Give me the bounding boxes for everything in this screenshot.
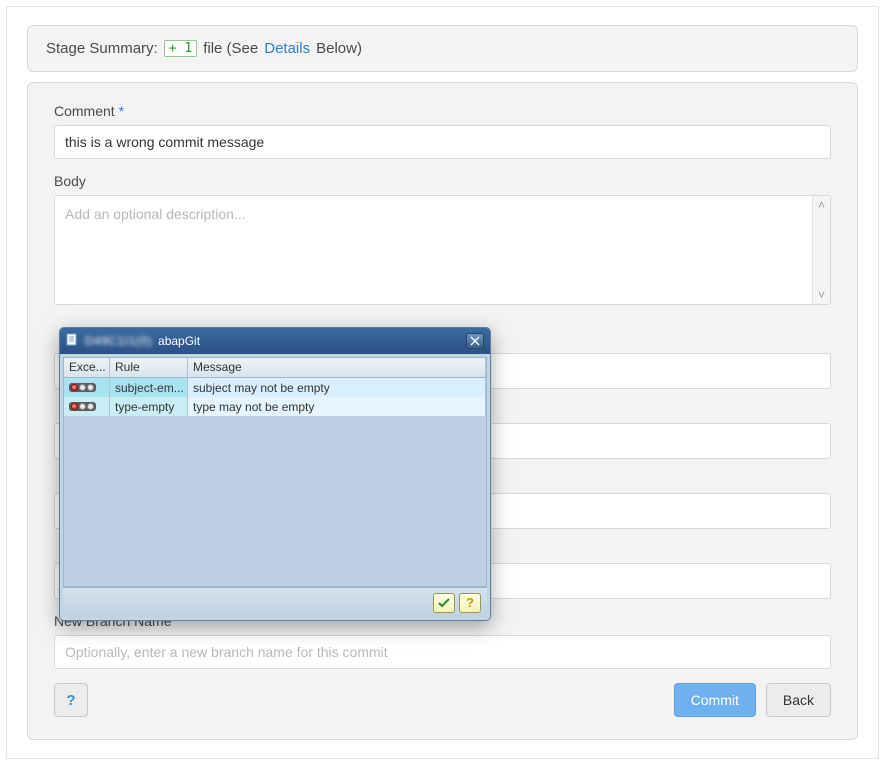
- stage-file-word: file (See: [203, 40, 258, 57]
- required-asterisk: *: [119, 103, 124, 119]
- stage-summary-prefix: Stage Summary:: [46, 40, 158, 57]
- col-header-rule[interactable]: Rule: [110, 358, 188, 377]
- comment-field: Comment *: [54, 103, 831, 159]
- scroll-down-icon[interactable]: ˅: [818, 288, 825, 302]
- rule-cell: type-empty: [110, 397, 188, 416]
- body-textarea-wrap: ˄ ˅: [54, 195, 831, 305]
- dialog-ok-button[interactable]: [433, 593, 455, 613]
- stage-summary-suffix: Below): [316, 40, 362, 57]
- grid-row[interactable]: type-empty type may not be empty: [64, 397, 486, 416]
- body-field: Body ˄ ˅: [54, 173, 831, 305]
- dialog-body: Exce... Rule Message subject-em... subje…: [60, 354, 490, 620]
- dialog-help-button[interactable]: ?: [459, 593, 481, 613]
- stage-summary-panel: Stage Summary: + 1 file (See Details Bel…: [27, 25, 858, 72]
- grid-header-row: Exce... Rule Message: [64, 358, 486, 378]
- dialog-title-obscured: D49C1I1(0): [85, 334, 152, 348]
- message-cell: subject may not be empty: [188, 378, 486, 397]
- new-branch-field: New Branch Name: [54, 613, 831, 669]
- col-header-exception[interactable]: Exce...: [64, 358, 110, 377]
- document-icon: [66, 333, 79, 349]
- stage-summary-text: Stage Summary: + 1 file (See Details Bel…: [46, 40, 839, 57]
- exception-cell: [64, 397, 110, 416]
- lint-dialog: D49C1I1(0) abapGit Exce... Rule Message …: [59, 327, 491, 621]
- dialog-title-app: abapGit: [158, 334, 200, 348]
- close-icon: [470, 336, 480, 346]
- dialog-close-button[interactable]: [466, 333, 484, 349]
- question-icon: ?: [66, 692, 75, 709]
- new-branch-input[interactable]: [54, 635, 831, 669]
- back-button[interactable]: Back: [766, 683, 831, 717]
- body-textarea[interactable]: [55, 196, 812, 304]
- textarea-scrollbar[interactable]: ˄ ˅: [812, 196, 830, 304]
- stage-delta-badge: + 1: [164, 40, 197, 57]
- message-cell: type may not be empty: [188, 397, 486, 416]
- body-label: Body: [54, 173, 831, 189]
- dialog-titlebar[interactable]: D49C1I1(0) abapGit: [60, 328, 490, 354]
- grid-row[interactable]: subject-em... subject may not be empty: [64, 378, 486, 397]
- comment-label-text: Comment: [54, 103, 115, 119]
- traffic-light-icon: [69, 402, 96, 411]
- exception-cell: [64, 378, 110, 397]
- scroll-up-icon[interactable]: ˄: [818, 198, 825, 212]
- question-icon: ?: [466, 595, 474, 610]
- help-button[interactable]: ?: [54, 683, 88, 717]
- col-header-message[interactable]: Message: [188, 358, 486, 377]
- lint-grid: Exce... Rule Message subject-em... subje…: [63, 357, 487, 587]
- commit-button[interactable]: Commit: [674, 683, 756, 717]
- traffic-light-icon: [69, 383, 96, 392]
- details-link[interactable]: Details: [264, 40, 310, 57]
- check-icon: [437, 596, 451, 610]
- action-buttons: Commit Back: [674, 683, 831, 717]
- form-footer-row: ? Commit Back: [54, 683, 831, 717]
- grid-empty-area: [64, 416, 486, 586]
- dialog-footer: ?: [63, 587, 487, 617]
- comment-label: Comment *: [54, 103, 831, 119]
- comment-input[interactable]: [54, 125, 831, 159]
- rule-cell: subject-em...: [110, 378, 188, 397]
